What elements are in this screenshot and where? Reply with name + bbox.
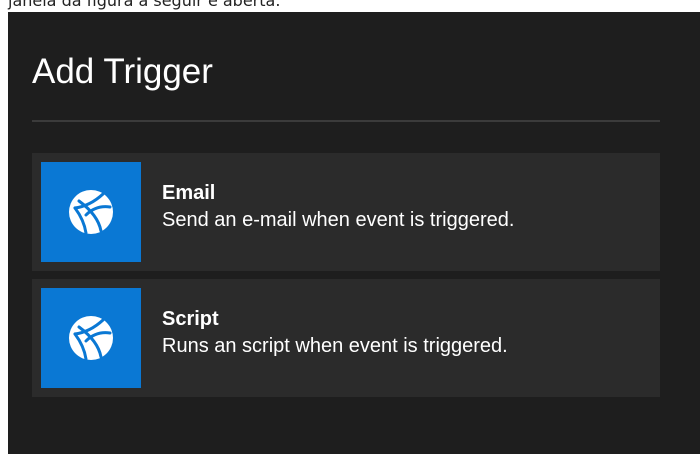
caption-text: janela da figura a seguir é aberta.: [8, 0, 281, 10]
trigger-option-email[interactable]: Email Send an e-mail when event is trigg…: [32, 153, 660, 271]
trigger-option-name: Script: [162, 308, 219, 330]
title-divider: [32, 120, 660, 122]
trigger-option-description: Runs an script when event is triggered.: [162, 335, 508, 357]
trigger-option-description: Send an e-mail when event is triggered.: [162, 209, 515, 231]
globe-network-icon: [41, 288, 141, 388]
globe-network-icon: [41, 162, 141, 262]
trigger-option-script[interactable]: Script Runs an script when event is trig…: [32, 279, 660, 397]
dialog-title: Add Trigger: [32, 52, 213, 91]
trigger-option-name: Email: [162, 182, 216, 204]
add-trigger-dialog: Add Trigger Email Send an e-mail when ev…: [8, 12, 700, 454]
